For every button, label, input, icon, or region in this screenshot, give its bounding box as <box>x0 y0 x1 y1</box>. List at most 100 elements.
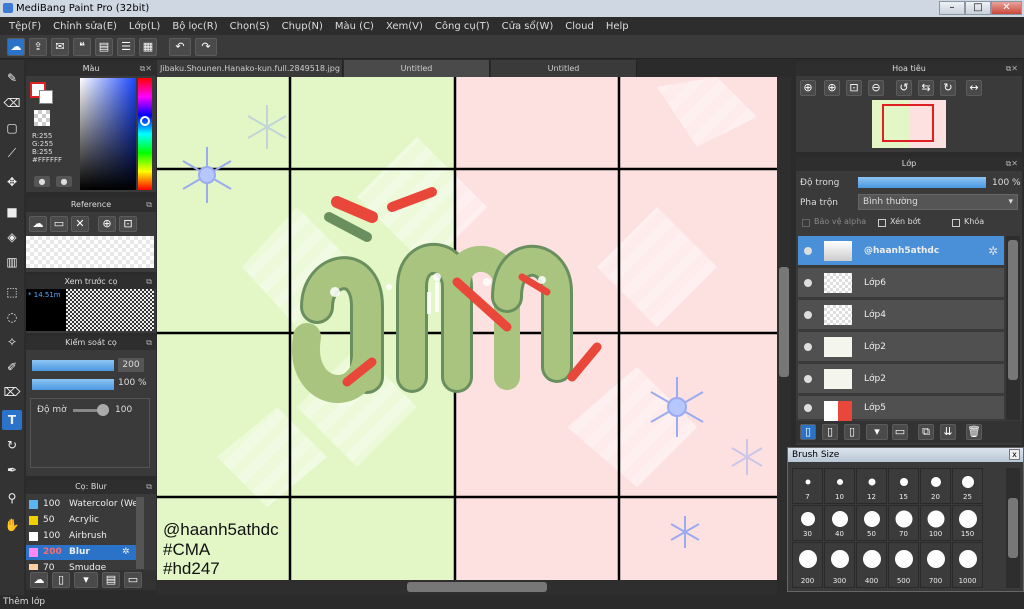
line-tool-icon[interactable]: ⟋ <box>2 143 22 163</box>
visibility-icon[interactable] <box>804 247 812 255</box>
undock-icon[interactable]: ⧉ <box>146 275 152 289</box>
flip-icon[interactable]: ⇆ <box>918 80 934 96</box>
fill-rect-tool-icon[interactable]: ■ <box>2 202 22 222</box>
layer-row[interactable]: Lớp2 <box>798 364 1004 394</box>
brush-size-cell[interactable]: 12 <box>856 468 887 504</box>
hand-tool-icon[interactable]: ✋ <box>2 515 22 535</box>
visibility-icon[interactable] <box>804 343 812 351</box>
text-tool-icon[interactable]: T <box>2 410 22 430</box>
layer-row[interactable]: Lớp6 <box>798 268 1004 298</box>
brush-size-value[interactable]: 200 <box>118 358 144 372</box>
brush-size-cell[interactable]: 700 <box>920 542 951 588</box>
cloud-open-icon[interactable]: ☁ <box>29 216 47 232</box>
clipping-checkbox[interactable] <box>878 219 886 227</box>
add-brush-icon[interactable]: ▾ <box>74 572 98 588</box>
folder-layer-icon[interactable]: ▭ <box>892 424 908 440</box>
menu-help[interactable]: Help <box>600 21 635 32</box>
blend-mode-select[interactable]: Bình thường ▾ <box>858 194 1018 210</box>
pipette-tool-icon[interactable]: ⚲ <box>2 488 22 508</box>
gradient-tool-icon[interactable]: ▥ <box>2 252 22 272</box>
move-tool-icon[interactable]: ✥ <box>2 172 22 192</box>
brush-size-cell[interactable]: 500 <box>888 542 919 588</box>
undock-icon[interactable]: ⧉✕ <box>140 62 152 76</box>
operation-tool-icon[interactable]: ↻ <box>2 435 22 455</box>
layers-scroll-thumb[interactable] <box>1008 240 1018 380</box>
navigator-viewport[interactable] <box>882 104 934 142</box>
secondary-color-swatch[interactable] <box>39 90 53 104</box>
pen-tool-icon[interactable]: ✎ <box>2 68 22 88</box>
new-brush-icon[interactable]: ▯ <box>52 572 70 588</box>
reference-view[interactable] <box>26 236 154 268</box>
magic-wand-icon[interactable]: ✧ <box>2 332 22 352</box>
close-reference-icon[interactable]: ✕ <box>71 216 89 232</box>
brush-size-scroll-thumb[interactable] <box>1008 498 1018 558</box>
brush-size-cell[interactable]: 400 <box>856 542 887 588</box>
tab-untitled-2[interactable]: Untitled <box>491 60 637 77</box>
layer-opacity-slider[interactable] <box>858 177 986 188</box>
folder-icon[interactable]: ▭ <box>50 216 68 232</box>
palette-icon[interactable]: ● <box>34 176 50 187</box>
rectangle-tool-icon[interactable]: ▢ <box>2 118 22 138</box>
redo-icon[interactable]: ↷ <box>195 38 217 56</box>
brush-size-cell[interactable]: 150 <box>952 505 983 541</box>
brush-size-cell[interactable]: 7 <box>792 468 823 504</box>
select-eraser-icon[interactable]: ⌦ <box>2 382 22 402</box>
cloud-brush-icon[interactable]: ☁ <box>30 572 48 588</box>
menu-cloud[interactable]: Cloud <box>559 21 600 32</box>
undo-icon[interactable]: ↶ <box>169 38 191 56</box>
dropper-tool-icon[interactable]: ✒ <box>2 460 22 480</box>
navigator-thumbnail[interactable] <box>872 100 946 148</box>
select-pen-icon[interactable]: ✐ <box>2 357 22 377</box>
share-icon[interactable]: ⇪ <box>29 38 47 56</box>
hue-slider[interactable] <box>138 78 152 190</box>
brush-item[interactable]: 50 Acrylic <box>26 513 136 528</box>
menu-view[interactable]: Xem(V) <box>380 21 429 32</box>
brush-doc-icon[interactable]: ▤ <box>102 572 120 588</box>
menu-tools[interactable]: Công cụ(T) <box>429 21 496 32</box>
select-rect-icon[interactable]: ⬚ <box>2 282 22 302</box>
list-icon[interactable]: ☰ <box>117 38 135 56</box>
merge-layer-icon[interactable]: ⇊ <box>940 424 956 440</box>
reset-rotation-icon[interactable]: ↔ <box>966 80 982 96</box>
lasso-tool-icon[interactable]: ◌ <box>2 307 22 327</box>
fit-icon[interactable]: ⊡ <box>119 216 137 232</box>
zoom-out-icon[interactable]: ⊖ <box>868 80 884 96</box>
blur-slider-handle[interactable] <box>97 404 109 416</box>
canvas[interactable]: @haanh5athdc #CMA #hd247 <box>157 77 777 580</box>
eraser-tool-icon[interactable]: ⌫ <box>2 93 22 113</box>
cloud-icon[interactable]: ☁ <box>7 38 25 56</box>
brush-size-slider[interactable] <box>32 360 114 371</box>
undock-icon[interactable]: ⧉✕ <box>1006 157 1018 171</box>
grid-icon[interactable]: ▦ <box>139 38 157 56</box>
add-layer-menu-icon[interactable]: ▾ <box>866 424 888 440</box>
zoom-in-icon[interactable]: ⊕ <box>824 80 840 96</box>
brush-item[interactable]: 100 Airbrush <box>26 529 136 544</box>
new-halftone-layer-icon[interactable]: ▯ <box>822 424 838 440</box>
brush-size-cell[interactable]: 40 <box>824 505 855 541</box>
hue-handle[interactable] <box>140 116 150 126</box>
layer-row[interactable]: Lớp5 <box>798 396 1004 421</box>
color-picker-square[interactable] <box>80 78 136 190</box>
fit-window-icon[interactable]: ⊡ <box>846 80 862 96</box>
brush-folder-icon[interactable]: ▭ <box>124 572 142 588</box>
brush-size-cell[interactable]: 30 <box>792 505 823 541</box>
undock-icon[interactable]: ⧉ <box>146 198 152 212</box>
layer-row[interactable]: Lớp2 <box>798 332 1004 362</box>
visibility-icon[interactable] <box>804 279 812 287</box>
brush-item-selected[interactable]: 200 Blur ✲ <box>26 545 136 560</box>
visibility-icon[interactable] <box>804 375 812 383</box>
layer-row[interactable]: Lớp4 <box>798 300 1004 330</box>
brush-size-cell[interactable]: 25 <box>952 468 983 504</box>
tab-untitled-1[interactable]: Untitled <box>344 60 490 77</box>
transparent-swatch[interactable] <box>34 110 50 126</box>
brush-list-scrollbar[interactable] <box>136 497 144 569</box>
menu-edit[interactable]: Chỉnh sửa(E) <box>47 21 123 32</box>
menu-select[interactable]: Chọn(S) <box>224 21 276 32</box>
duplicate-layer-icon[interactable]: ⧉ <box>918 424 934 440</box>
new-layer-icon[interactable]: ▯ <box>800 424 816 440</box>
zoom-in-icon[interactable]: ⊕ <box>98 216 116 232</box>
brush-size-scrollbar[interactable] <box>1006 468 1020 588</box>
comment-icon[interactable]: ❝ <box>73 38 91 56</box>
horizontal-scroll-thumb[interactable] <box>407 582 547 592</box>
menu-window[interactable]: Cửa sổ(W) <box>496 21 560 32</box>
